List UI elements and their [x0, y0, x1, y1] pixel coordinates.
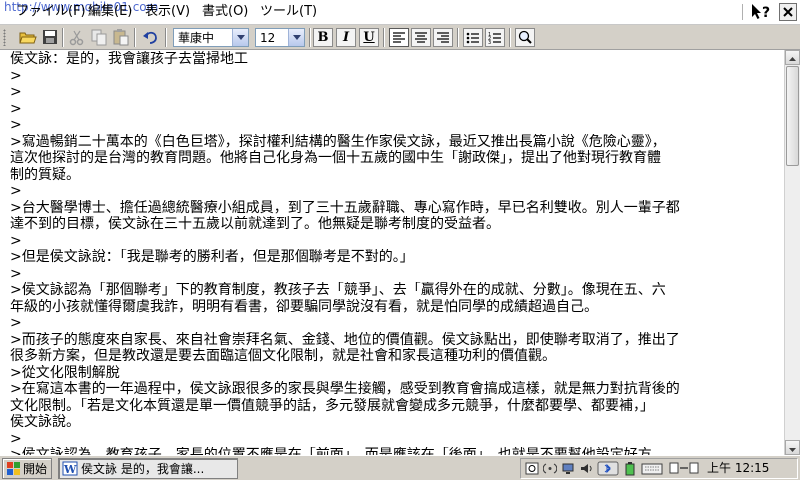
- scroll-up-icon[interactable]: [785, 50, 800, 65]
- document-line[interactable]: 文化限制。「若是文化本質還是單一價值競爭的話，多元發展就會變成多元競爭，什麼都要…: [10, 398, 784, 415]
- document-line[interactable]: >: [10, 266, 784, 283]
- align-left-icon[interactable]: [389, 28, 409, 47]
- document-line[interactable]: 制的質疑。: [10, 167, 784, 184]
- document-editor[interactable]: 侯文詠：是的，我會讓孩子去當掃地工 > > > > >寫過暢銷二十萬本的《白色巨塔》，探討…: [0, 50, 784, 455]
- document-line[interactable]: >而孩子的態度來自家長、來自社會崇拜名氣、金錢、地位的價值觀。侯文詠點出，即使聯…: [10, 332, 784, 349]
- network-icon[interactable]: [561, 461, 575, 476]
- menu-edit[interactable]: 編集(E): [88, 3, 132, 21]
- bold-button[interactable]: B: [313, 28, 333, 47]
- menu-file[interactable]: ファイル(F): [16, 3, 86, 21]
- scroll-down-icon[interactable]: [785, 440, 800, 455]
- taskbar: 開始 W 侯文詠 是的，我會讓... 上午 12:15: [0, 455, 800, 480]
- copy-icon[interactable]: [89, 28, 109, 47]
- toolbar-divider: [165, 28, 167, 47]
- document-line[interactable]: >但是侯文詠說：「我是聯考的勝利者，但是那個聯考是不對的。」: [10, 249, 784, 266]
- windows-logo-icon: [6, 461, 21, 480]
- svg-text:?: ?: [762, 5, 770, 21]
- chevron-down-icon[interactable]: [288, 29, 304, 46]
- align-right-icon[interactable]: [433, 28, 453, 47]
- zoom-icon[interactable]: [515, 28, 535, 47]
- menu-bar: http://www.mobile01.com ファイル(F) 編集(E) 表示…: [0, 0, 800, 25]
- document-line[interactable]: >在寫這本書的一年過程中，侯文詠跟很多的家長與學生接觸，感受到教育會搞成這樣，就…: [10, 381, 784, 398]
- bullets-icon[interactable]: [463, 28, 483, 47]
- font-name-select[interactable]: 華康中: [173, 28, 249, 47]
- save-icon[interactable]: [40, 28, 60, 47]
- document-line[interactable]: >: [10, 431, 784, 448]
- taskbar-window-title: 侯文詠 是的，我會讓...: [81, 462, 205, 476]
- clock: 上午 12:15: [707, 461, 770, 475]
- toolbar-grip[interactable]: [3, 29, 6, 46]
- toolbar: 華康中 12 B I U 123: [0, 25, 800, 50]
- undo-icon[interactable]: [141, 28, 161, 47]
- numbering-icon[interactable]: 123: [485, 28, 505, 47]
- document-line[interactable]: >: [10, 315, 784, 332]
- volume-icon[interactable]: [579, 461, 593, 476]
- toolbar-divider: [509, 28, 511, 47]
- document-line[interactable]: >: [10, 117, 784, 134]
- help-pointer-icon[interactable]: ?: [750, 2, 772, 22]
- start-button[interactable]: 開始: [2, 458, 52, 479]
- document-line[interactable]: 侯文詠說。: [10, 414, 784, 431]
- document-line[interactable]: 這次他探討的是台灣的教育問題。他將自己化身為一個十五歲的國中生「謝政傑」，提出了…: [10, 150, 784, 167]
- italic-button[interactable]: I: [336, 28, 356, 47]
- bluetooth-icon[interactable]: [597, 461, 619, 476]
- toolbar-divider: [134, 28, 136, 47]
- document-line[interactable]: >侯文詠認為「那個聯考」下的教育制度，教孩子去「競爭」、去「贏得外在的成就、分數…: [10, 282, 784, 299]
- battery-icon[interactable]: [623, 461, 637, 476]
- document-line[interactable]: >侯文詠認為，教育孩子，家長的位置不應是在「前面」，而是應該在「後面」，也就是不…: [10, 447, 784, 455]
- document-line[interactable]: 很多新方案，但是教改還是要去面臨這個文化限制，就是社會和家長這種功利的價值觀。: [10, 348, 784, 365]
- document-line[interactable]: >: [10, 233, 784, 250]
- wordpad-icon: W: [62, 461, 78, 480]
- document-line[interactable]: >: [10, 101, 784, 118]
- font-size-select[interactable]: 12: [255, 28, 305, 47]
- document-line[interactable]: >台大醫學博士、擔任過總統醫療小組成員，到了三十五歲辭職、專心寫作時，早已名利雙…: [10, 200, 784, 217]
- menu-format[interactable]: 書式(O): [202, 3, 248, 21]
- document-line[interactable]: >寫過暢銷二十萬本的《白色巨塔》，探討權利結構的醫生作家侯文詠，最近又推出長篇小…: [10, 134, 784, 151]
- document-line[interactable]: >從文化限制解脫: [10, 365, 784, 382]
- cut-icon[interactable]: [67, 28, 87, 47]
- menu-view[interactable]: 表示(V): [145, 3, 190, 21]
- vertical-scrollbar[interactable]: [784, 50, 800, 455]
- font-name-value: 華康中: [178, 31, 215, 45]
- svg-text:W: W: [63, 463, 77, 476]
- toolbar-divider: [309, 28, 311, 47]
- menu-divider: [742, 4, 743, 20]
- taskbar-window-button[interactable]: W 侯文詠 是的，我會讓...: [58, 458, 238, 479]
- document-line[interactable]: >: [10, 84, 784, 101]
- close-icon[interactable]: [779, 3, 797, 21]
- font-size-value: 12: [260, 31, 276, 45]
- connection-icon[interactable]: [669, 461, 699, 476]
- toolbar-divider: [457, 28, 459, 47]
- system-tray: 上午 12:15: [520, 458, 798, 479]
- document-line[interactable]: >: [10, 68, 784, 85]
- align-center-icon[interactable]: [411, 28, 431, 47]
- wireless-icon[interactable]: [542, 461, 558, 476]
- keyboard-icon[interactable]: [641, 461, 663, 476]
- document-line[interactable]: 達不到的目標，侯文詠在三十五歲以前就達到了。他無疑是聯考制度的受益者。: [10, 216, 784, 233]
- svg-text:3: 3: [488, 40, 491, 46]
- paste-icon[interactable]: [111, 28, 131, 47]
- document-line[interactable]: 侯文詠：是的，我會讓孩子去當掃地工: [10, 51, 784, 68]
- document-body[interactable]: 侯文詠：是的，我會讓孩子去當掃地工 > > > > >寫過暢銷二十萬本的《白色巨塔》，探討…: [0, 50, 784, 455]
- document-line[interactable]: >: [10, 183, 784, 200]
- scrollbar-thumb[interactable]: [786, 66, 799, 166]
- underline-button[interactable]: U: [359, 28, 379, 47]
- document-line[interactable]: 年級的小孩就懂得爾虞我詐，明明有看書，卻要騙同學說沒有看，就是怕同學的成績超過自…: [10, 299, 784, 316]
- open-folder-icon[interactable]: [18, 28, 38, 47]
- menu-tools[interactable]: ツール(T): [260, 3, 317, 21]
- start-label: 開始: [23, 462, 48, 476]
- input-method-icon[interactable]: [525, 461, 539, 476]
- toolbar-divider: [383, 28, 385, 47]
- toolbar-divider: [62, 28, 64, 47]
- chevron-down-icon[interactable]: [232, 29, 248, 46]
